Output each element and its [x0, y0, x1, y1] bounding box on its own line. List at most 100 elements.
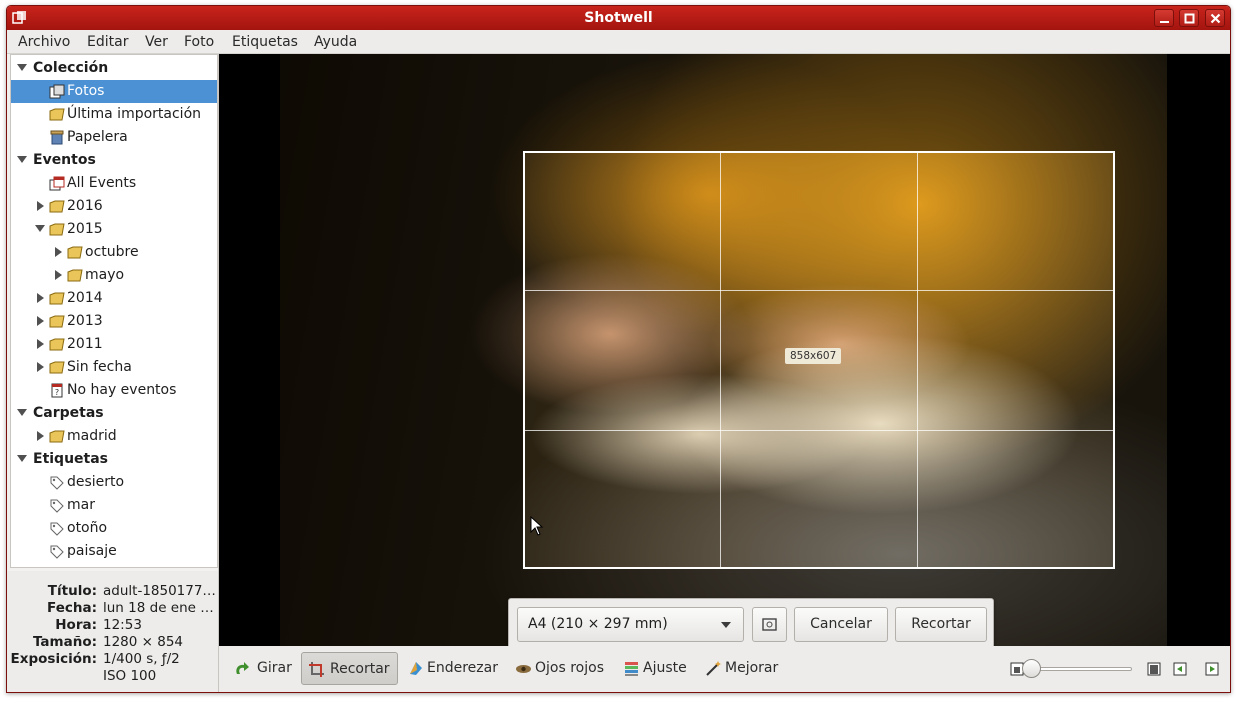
- sidebar-item-ultima-importacion[interactable]: Última importación: [11, 103, 217, 126]
- close-icon: [1210, 13, 1221, 24]
- trash-icon: [50, 130, 64, 145]
- apply-crop-button[interactable]: Recortar: [895, 607, 987, 642]
- sidebar-item-label: Última importación: [67, 106, 202, 122]
- no-event-icon: ?: [51, 383, 63, 398]
- tool-label: Recortar: [330, 661, 390, 677]
- zoom-in-icon[interactable]: [1147, 662, 1161, 676]
- photo-viewer[interactable]: 858x607 A4 (210 × 297 mm) Cancelar Recor…: [219, 54, 1230, 646]
- zoom-slider-handle[interactable]: [1022, 659, 1041, 678]
- sidebar-item-mayo[interactable]: mayo: [11, 264, 217, 287]
- close-button[interactable]: [1205, 9, 1225, 27]
- sidebar-item-label: Fotos: [67, 83, 105, 99]
- info-value: ISO 100: [103, 668, 157, 684]
- crop-button[interactable]: Recortar: [301, 652, 398, 685]
- rotate-button[interactable]: Girar: [227, 652, 297, 685]
- sidebar-item-tag-otono[interactable]: otoño: [11, 517, 217, 540]
- events-icon: [49, 176, 65, 191]
- tool-label: Enderezar: [427, 660, 498, 676]
- menu-ver[interactable]: Ver: [145, 34, 168, 50]
- section-eventos[interactable]: Eventos: [11, 149, 217, 172]
- aspect-ratio-select[interactable]: A4 (210 × 297 mm): [517, 607, 744, 642]
- sidebar-item-all-events[interactable]: All Events: [11, 172, 217, 195]
- expander-right-icon[interactable]: [37, 339, 44, 349]
- sidebar-item-2011[interactable]: 2011: [11, 333, 217, 356]
- sidebar-item-2013[interactable]: 2013: [11, 310, 217, 333]
- maximize-button[interactable]: [1179, 9, 1199, 27]
- expander-down-icon[interactable]: [17, 455, 27, 462]
- sidebar-item-label: mayo: [85, 267, 125, 283]
- sidebar-tree: Colección Fotos Última importación Papel…: [10, 54, 218, 568]
- menu-ayuda[interactable]: Ayuda: [314, 34, 357, 50]
- expander-right-icon[interactable]: [55, 247, 62, 257]
- straighten-button[interactable]: Enderezar: [401, 652, 501, 685]
- info-value: adult-1850177…: [103, 583, 215, 599]
- expander-down-icon[interactable]: [35, 225, 45, 232]
- menu-etiquetas[interactable]: Etiquetas: [232, 34, 298, 50]
- info-key: Título:: [47, 583, 97, 599]
- expander-down-icon[interactable]: [17, 156, 27, 163]
- section-etiquetas[interactable]: Etiquetas: [11, 448, 217, 471]
- crop-icon: [309, 662, 324, 677]
- sidebar-item-label: No hay eventos: [67, 382, 177, 398]
- sidebar-item-2014[interactable]: 2014: [11, 287, 217, 310]
- folder-icon: [49, 361, 65, 374]
- title-bar[interactable]: Shotwell: [7, 6, 1230, 30]
- sidebar-item-2016[interactable]: 2016: [11, 195, 217, 218]
- tool-label: Mejorar: [725, 660, 779, 676]
- next-photo-icon[interactable]: [1205, 662, 1219, 676]
- previous-photo-icon[interactable]: [1173, 662, 1187, 676]
- tool-label: Girar: [257, 660, 292, 676]
- sidebar-item-madrid[interactable]: madrid: [11, 425, 217, 448]
- info-key: Hora:: [55, 617, 97, 633]
- sidebar-item-label: All Events: [67, 175, 137, 191]
- redeye-button[interactable]: Ojos rojos: [509, 652, 609, 685]
- adjust-button[interactable]: Ajuste: [617, 652, 693, 685]
- cancel-button[interactable]: Cancelar: [794, 607, 888, 642]
- sidebar-item-tag-desierto[interactable]: desierto: [11, 471, 217, 494]
- menu-archivo[interactable]: Archivo: [18, 34, 70, 50]
- sidebar-item-2015[interactable]: 2015: [11, 218, 217, 241]
- sidebar-item-sin-fecha[interactable]: Sin fecha: [11, 356, 217, 379]
- sidebar-item-label: Papelera: [67, 129, 128, 145]
- sidebar-item-label: mar: [67, 497, 95, 513]
- info-value: 1280 × 854: [103, 634, 184, 650]
- shotwell-window: Shotwell Archivo Editar Ver Foto Etiquet…: [6, 5, 1231, 693]
- sidebar-item-fotos[interactable]: Fotos: [11, 80, 217, 103]
- expander-down-icon[interactable]: [17, 64, 27, 71]
- swap-orientation-button[interactable]: [752, 607, 787, 642]
- folder-icon: [49, 200, 65, 213]
- info-key: Tamaño:: [32, 634, 97, 650]
- expander-right-icon[interactable]: [55, 270, 62, 280]
- folder-icon: [49, 430, 65, 443]
- expander-right-icon[interactable]: [37, 362, 44, 372]
- menu-bar: Archivo Editar Ver Foto Etiquetas Ayuda: [7, 30, 1230, 54]
- menu-editar[interactable]: Editar: [87, 34, 128, 50]
- expander-right-icon[interactable]: [37, 293, 44, 303]
- expander-right-icon[interactable]: [37, 201, 44, 211]
- section-carpetas[interactable]: Carpetas: [11, 402, 217, 425]
- info-iso-row: ISO 100: [7, 668, 219, 685]
- zoom-slider-track[interactable]: [1034, 667, 1132, 671]
- tag-icon: [50, 499, 64, 513]
- sidebar-item-tag-mar[interactable]: mar: [11, 494, 217, 517]
- menu-foto[interactable]: Foto: [184, 34, 214, 50]
- sidebar-item-no-events[interactable]: ? No hay eventos: [11, 379, 217, 402]
- expander-right-icon[interactable]: [37, 431, 44, 441]
- crop-grid-line: [720, 153, 721, 567]
- tag-icon: [50, 522, 64, 536]
- sidebar-item-label: otoño: [67, 520, 108, 536]
- sidebar-item-papelera[interactable]: Papelera: [11, 126, 217, 149]
- minimize-button[interactable]: [1154, 9, 1174, 27]
- expander-right-icon[interactable]: [37, 316, 44, 326]
- tag-icon: [50, 545, 64, 559]
- crop-grid-line: [525, 430, 1113, 431]
- sidebar-item-tag-paisaje[interactable]: paisaje: [11, 540, 217, 563]
- aspect-ratio-value: A4 (210 × 297 mm): [528, 616, 668, 632]
- crop-shade: [1115, 151, 1167, 569]
- orientation-icon: [762, 618, 777, 631]
- folder-icon: [67, 269, 83, 282]
- section-coleccion[interactable]: Colección: [11, 57, 217, 80]
- enhance-button[interactable]: Mejorar: [699, 652, 785, 685]
- sidebar-item-octubre[interactable]: octubre: [11, 241, 217, 264]
- expander-down-icon[interactable]: [17, 409, 27, 416]
